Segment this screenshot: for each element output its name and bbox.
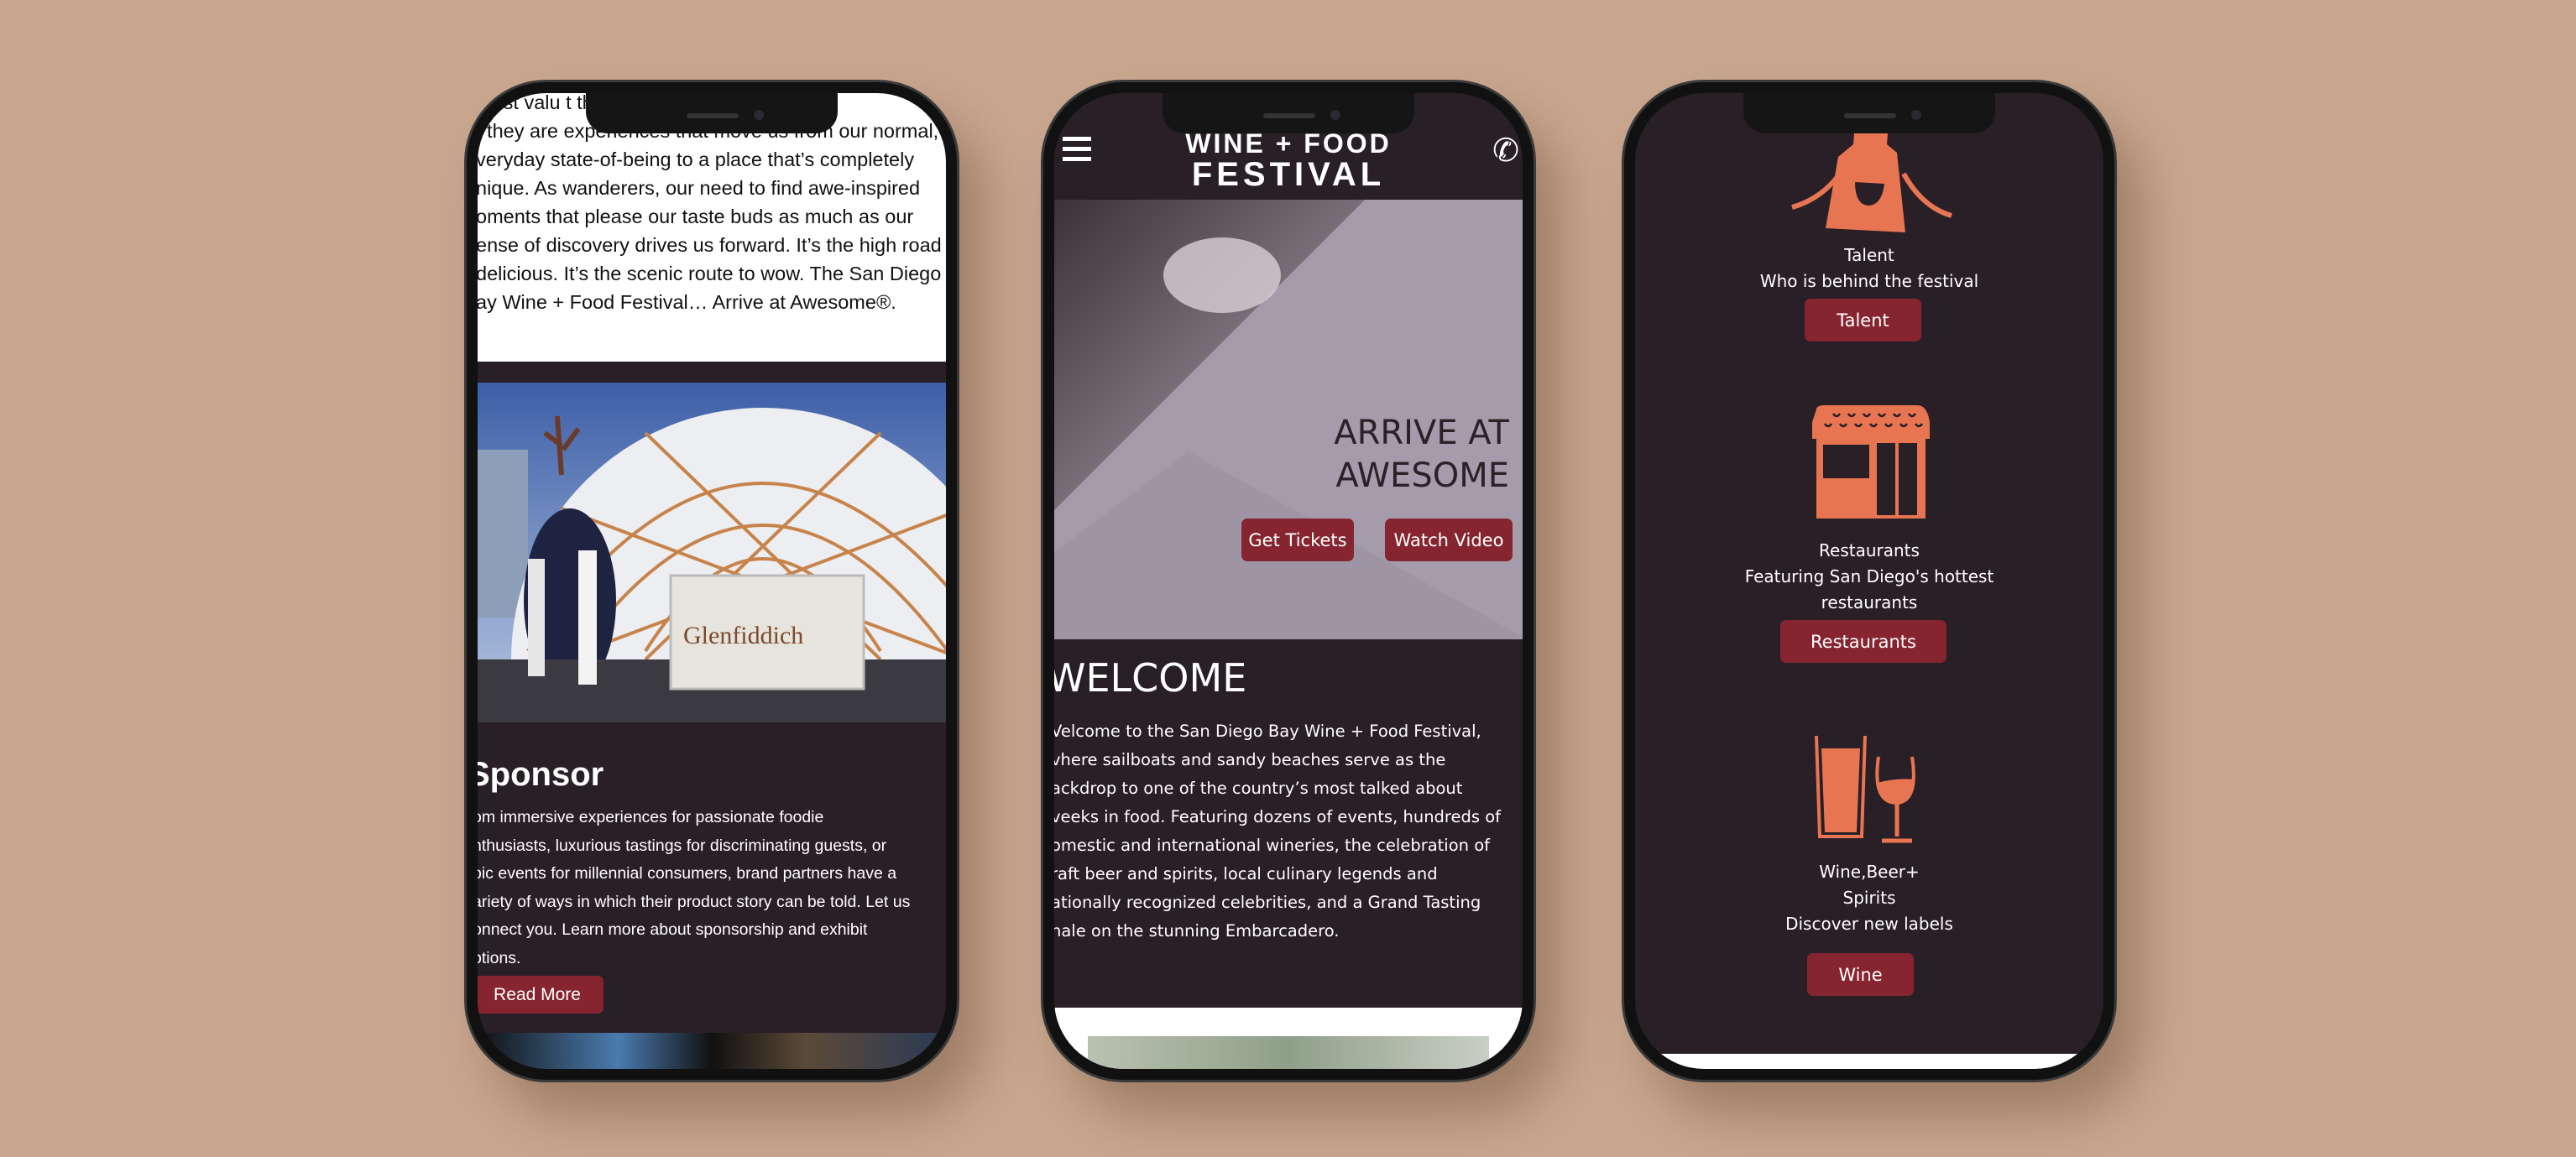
phone-notch [1743,93,1995,133]
phone-mockup-center: WINE + FOOD FESTIVAL ✆ ARRIVE AT AWESOME… [1041,80,1536,1082]
restaurants-subtitle-line-2: restaurants [1821,592,1918,612]
intro-line: delicious. It’s the scenic route to wow.… [478,263,942,284]
phone-mockup-right: Talent Who is behind the festival Talent… [1622,80,2117,1082]
phone-mockup-left: most valu t things at , they are experie… [464,80,959,1082]
restaurants-button[interactable]: Restaurants [1780,620,1946,663]
wine-button[interactable]: Wine [1807,953,1914,996]
welcome-line: veeks in food. Featuring dozens of event… [1054,807,1502,826]
welcome-line: Velcome to the San Diego Bay Wine + Food… [1054,722,1481,741]
sponsor-line: onnect you. Learn more about sponsorship… [478,920,868,939]
restaurants-subtitle-line-1: Featuring San Diego's hottest [1744,566,1994,586]
welcome-line: ackdrop to one of the country’s most tal… [1054,779,1463,798]
sponsor-line: om immersive experiences for passionate … [478,808,824,826]
next-section [1054,1008,1523,1069]
intro-line: oments that please our taste buds as muc… [478,206,914,227]
sponsor-line: nthusiasts, luxurious tastings for discr… [478,836,887,855]
wine-title-line-1: Wine,Beer+ [1819,862,1920,882]
next-section-photo [478,1033,946,1069]
wine-subtitle: Discover new labels [1785,914,1953,934]
welcome-line: ationally recognized celebrities, and a … [1054,893,1481,912]
hero-title-line-1: ARRIVE AT [1334,414,1509,452]
sponsor-line: ariety of ways in which their product st… [478,892,911,911]
wine-title-line-2: Spirits [1842,888,1896,908]
restaurants-title: Restaurants [1819,540,1920,560]
sponsor-line: pic events for millennial consumers, bra… [478,864,897,883]
watch-video-button[interactable]: Watch Video [1385,519,1513,561]
phone-icon[interactable]: ✆ [1492,132,1519,169]
sponsor-photo: Glenfiddich [478,383,946,722]
phone-screen: WINE + FOOD FESTIVAL ✆ ARRIVE AT AWESOME… [1054,93,1523,1069]
sponsor-line: ptions. [478,948,521,967]
next-section [1635,1054,2103,1069]
talent-subtitle: Who is behind the festival [1759,271,1979,291]
intro-line: ense of discovery drives us forward. It’… [478,234,942,256]
welcome-line: raft beer and spirits, local culinary le… [1054,864,1438,883]
site-logo[interactable]: WINE + FOOD FESTIVAL [1054,128,1523,193]
intro-section: most valu t things at , they are experie… [478,93,946,362]
beer-wine-glasses-icon [1815,736,1915,843]
hero-banner: ARRIVE AT AWESOME Get Tickets Watch Vide… [1054,200,1523,639]
phone-screen: Talent Who is behind the festival Talent… [1635,93,2103,1069]
get-tickets-button[interactable]: Get Tickets [1241,519,1354,561]
phone-screen: most valu t things at , they are experie… [478,93,946,1069]
welcome-line: vhere sailboats and sandy beaches serve … [1054,750,1446,769]
intro-line: veryday state-of-being to a place that’s… [478,149,915,170]
photo-brand-sign: Glenfiddich [683,622,804,649]
logo-line-1: WINE + FOOD [1185,128,1392,159]
hero-title-line-2: AWESOME [1335,456,1509,495]
welcome-line: nale on the stunning Embarcadero. [1054,921,1340,941]
sponsor-heading: Sponsor [478,756,604,793]
welcome-heading: WELCOME [1054,655,1247,701]
intro-line: ay Wine + Food Festival… Arrive at Aweso… [478,291,896,313]
storefront-icon [1812,405,1930,519]
next-section-photo [1088,1036,1489,1069]
read-more-button[interactable]: Read More [478,976,604,1014]
talent-title: Talent [1844,245,1894,265]
talent-button[interactable]: Talent [1805,299,1921,341]
apron-icon [1791,123,1952,232]
intro-line: nique. As wanderers, our need to find aw… [478,177,921,199]
phone-notch [586,93,838,133]
welcome-line: omestic and international wineries, the … [1054,836,1491,855]
phone-notch [1163,93,1414,133]
logo-line-2: FESTIVAL [1191,156,1386,193]
